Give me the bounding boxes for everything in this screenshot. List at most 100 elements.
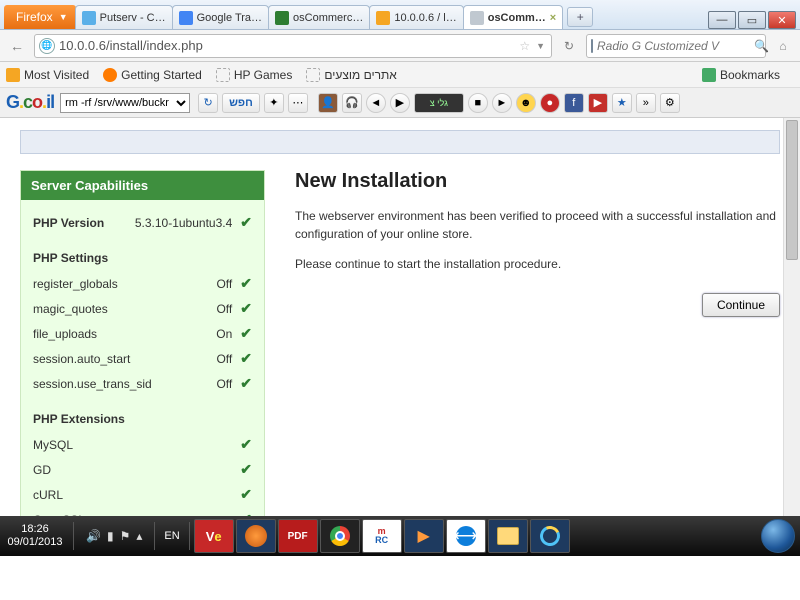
check-icon: ✔ <box>240 325 252 342</box>
firefox-icon <box>103 68 117 82</box>
check-icon: ✔ <box>240 300 252 317</box>
task-teamviewer[interactable]: ⟷ <box>446 519 486 553</box>
bird-icon[interactable]: ● <box>540 93 560 113</box>
php-version-row: PHP Version5.3.10-1ubuntu3.4✔ <box>33 210 252 235</box>
check-icon: ✔ <box>240 461 252 478</box>
task-media-player[interactable]: ▶ <box>404 519 444 553</box>
media-play-icon[interactable]: ▶ <box>390 93 410 113</box>
favicon-icon <box>179 11 193 25</box>
more-icon[interactable]: ⋯ <box>288 93 308 113</box>
continue-button[interactable]: Continue <box>702 293 780 317</box>
gear-icon[interactable]: ⚙ <box>660 93 680 113</box>
flag-icon[interactable]: ⚑ <box>120 529 131 543</box>
headphones-icon[interactable]: 🎧 <box>342 93 362 113</box>
search-go-icon[interactable]: 🔍 <box>754 39 769 53</box>
refresh-icon[interactable]: ↻ <box>198 93 218 113</box>
task-firefox[interactable] <box>236 519 276 553</box>
scrollbar-thumb[interactable] <box>786 120 798 260</box>
maximize-button[interactable]: ▭ <box>738 11 766 29</box>
php-extensions-header: PHP Extensions <box>33 408 252 430</box>
bookmark-getting-started[interactable]: Getting Started <box>103 68 202 82</box>
media-stop-icon[interactable]: ■ <box>468 93 488 113</box>
minimize-button[interactable]: — <box>708 11 736 29</box>
setting-row: magic_quotesOff✔ <box>33 296 252 321</box>
network-icon[interactable]: ▮ <box>107 529 114 543</box>
windows-orb-icon <box>761 519 795 553</box>
bookmark-icon <box>6 68 20 82</box>
taskbar-clock[interactable]: 18:2609/01/2013 <box>0 523 70 549</box>
bookmarks-toolbar: Most Visited Getting Started HP Games את… <box>0 62 800 88</box>
globe-icon: 🌐 <box>39 38 55 54</box>
language-indicator[interactable]: EN <box>158 530 185 542</box>
youtube-icon[interactable]: ▶ <box>588 93 608 113</box>
url-dropdown-icon[interactable]: ▼ <box>536 41 545 51</box>
bookmark-most-visited[interactable]: Most Visited <box>6 68 89 82</box>
check-icon: ✔ <box>240 350 252 367</box>
page-content: Server Capabilities PHP Version5.3.10-1u… <box>0 118 800 516</box>
reload-button[interactable]: ↻ <box>558 35 580 57</box>
media-prev-icon[interactable]: ◄ <box>366 93 386 113</box>
toolbar-select[interactable]: rm -rf /srv/www/buckr <box>60 93 190 113</box>
bookmark-suggested-sites[interactable]: אתרים מוצעים <box>306 68 397 82</box>
close-window-button[interactable]: ✕ <box>768 11 796 29</box>
intro-text-1: The webserver environment has been verif… <box>295 207 780 243</box>
favicon-icon <box>470 11 484 25</box>
media-display: גלי צ <box>414 93 464 113</box>
task-chrome[interactable] <box>320 519 360 553</box>
search-engine-icon[interactable] <box>591 39 593 53</box>
home-button[interactable]: ⌂ <box>772 35 794 57</box>
check-icon: ✔ <box>240 511 252 516</box>
wand-icon[interactable]: ✦ <box>264 93 284 113</box>
search-button[interactable]: חפש <box>222 93 260 113</box>
setting-row: session.use_trans_sidOff✔ <box>33 371 252 396</box>
setting-row: register_globalsOff✔ <box>33 271 252 296</box>
nav-toolbar: ← 🌐 ☆ ▼ ↻ 🔍 ⌂ <box>0 30 800 62</box>
start-button[interactable] <box>756 516 800 556</box>
bookmark-star-icon[interactable]: ☆ <box>519 39 530 53</box>
star-icon[interactable]: ★ <box>612 93 632 113</box>
url-bar[interactable]: 🌐 ☆ ▼ <box>34 34 552 58</box>
facebook-icon[interactable]: f <box>564 93 584 113</box>
info-box <box>20 130 780 154</box>
smiley-icon[interactable]: ☻ <box>516 93 536 113</box>
overflow-icon[interactable]: » <box>636 93 656 113</box>
bookmark-hp-games[interactable]: HP Games <box>216 68 292 82</box>
task-explorer[interactable] <box>488 519 528 553</box>
php-settings-header: PHP Settings <box>33 247 252 269</box>
search-box[interactable]: 🔍 <box>586 34 766 58</box>
bookmarks-menu-button[interactable]: Bookmarks <box>702 68 780 82</box>
task-ie[interactable] <box>530 519 570 553</box>
chevron-down-icon: ▼ <box>59 12 68 22</box>
media-next-icon[interactable]: ► <box>492 93 512 113</box>
search-input[interactable] <box>597 39 754 53</box>
volume-icon[interactable]: 🔊 <box>86 529 101 543</box>
system-tray[interactable]: 🔊 ▮ ⚑ ▴ <box>77 529 151 543</box>
vertical-scrollbar[interactable] <box>783 118 800 516</box>
window-controls: — ▭ ✕ <box>706 9 796 29</box>
tab-4[interactable]: osComm…× <box>463 5 564 29</box>
tab-1[interactable]: Google Tra… <box>172 5 269 29</box>
tray-overflow-icon[interactable]: ▴ <box>136 529 142 543</box>
tab-3[interactable]: 10.0.0.6 / l… <box>369 5 463 29</box>
server-capabilities-panel: Server Capabilities PHP Version5.3.10-1u… <box>20 170 265 516</box>
bookmarks-icon <box>702 68 716 82</box>
favicon-icon <box>275 11 289 25</box>
extension-row: GD✔ <box>33 457 252 482</box>
tab-2[interactable]: osCommerc… <box>268 5 370 29</box>
google-toolbar: G.co.il rm -rf /srv/www/buckr ↻ חפש ✦ ⋯ … <box>0 88 800 118</box>
firefox-menu-button[interactable]: Firefox▼ <box>4 5 76 29</box>
task-mirc[interactable]: mRC <box>362 519 402 553</box>
back-button[interactable]: ← <box>6 35 28 57</box>
avatar-icon[interactable]: 👤 <box>318 93 338 113</box>
close-icon[interactable]: × <box>550 12 556 24</box>
url-input[interactable] <box>59 38 515 53</box>
window-titlebar: Firefox▼ Putserv - C… Google Tra… osComm… <box>0 0 800 30</box>
check-icon: ✔ <box>240 275 252 292</box>
google-logo[interactable]: G.co.il <box>6 92 54 113</box>
task-pdf[interactable]: PDF <box>278 519 318 553</box>
tab-0[interactable]: Putserv - C… <box>75 5 173 29</box>
taskbar-tasks: Ve PDF mRC ▶ ⟷ <box>193 516 571 556</box>
task-vnc[interactable]: Ve <box>194 519 234 553</box>
new-tab-button[interactable]: + <box>567 7 593 27</box>
check-icon: ✔ <box>240 375 252 392</box>
